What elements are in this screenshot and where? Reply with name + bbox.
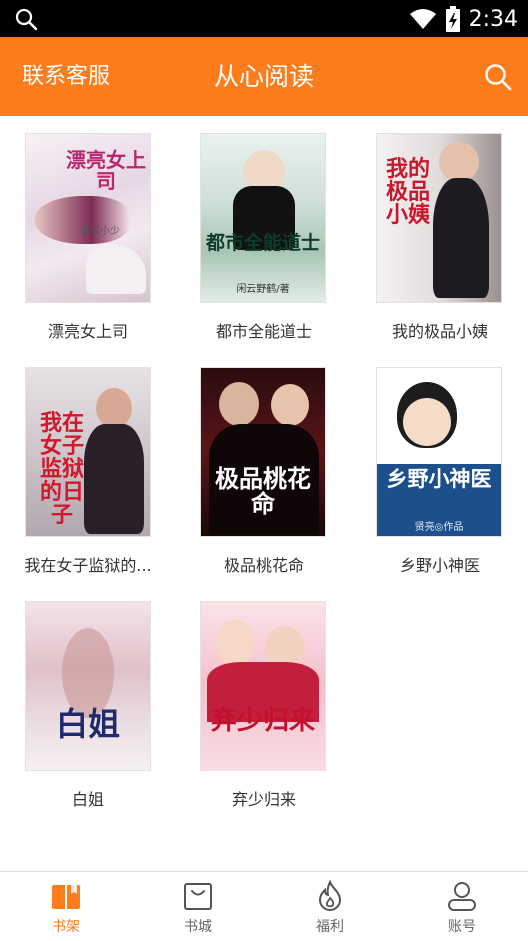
clock: 2:34 [468, 6, 518, 32]
cover-author: 请风小少 [80, 226, 120, 237]
cover-title: 都市全能道士 [205, 232, 320, 254]
battery-icon [445, 6, 460, 32]
book-title: 弃少归来 [231, 790, 296, 809]
cover-author: 贤亮◎作品 [414, 522, 464, 533]
tab-label: 账号 [448, 919, 476, 935]
search-button[interactable] [484, 63, 512, 91]
book-cover[interactable]: 都市全能道士 闲云野鹤/著 [200, 133, 326, 303]
app-header: 联系客服 从心阅读 [0, 37, 528, 116]
book-title: 我在女子监狱的... [24, 556, 152, 575]
book-cover[interactable]: 弃少归来 [200, 601, 326, 771]
cover-title: 乡野小神医 [386, 466, 492, 491]
cover-title: 弃少归来 [210, 706, 315, 736]
tab-label: 书城 [184, 919, 212, 935]
tab-account[interactable]: 账号 [396, 872, 528, 941]
bottom-tab-bar: 书架 书城 福利 账号 [0, 871, 528, 940]
book-title: 都市全能道士 [215, 322, 312, 341]
cover-title: 白姐 [55, 705, 120, 743]
tab-bookstore[interactable]: 书城 [132, 872, 264, 941]
search-icon [15, 8, 38, 31]
book-title: 白姐 [71, 790, 104, 809]
cover-title: 我的极品小姨 [385, 156, 430, 229]
tab-bookshelf[interactable]: 书架 [0, 872, 132, 941]
book-title: 漂亮女上司 [47, 322, 128, 341]
cover-title: 极品桃花命 [215, 464, 311, 519]
tab-label: 福利 [316, 919, 344, 935]
status-bar: 2:34 [0, 0, 528, 37]
user-icon [448, 882, 476, 911]
contact-support-button[interactable]: 联系客服 [22, 37, 110, 116]
book-title: 我的极品小姨 [391, 322, 488, 341]
book-title: 极品桃花命 [223, 556, 304, 575]
book-cover[interactable]: 白姐 [25, 601, 151, 771]
book-cover[interactable]: 漂亮女上司 请风小少 [25, 133, 151, 303]
book-cover[interactable]: 我在女子监狱的日子 [25, 367, 151, 537]
book-cover[interactable]: 我的极品小姨 [376, 133, 502, 303]
flame-icon [318, 880, 342, 911]
bookshelf-icon [52, 885, 80, 909]
cover-author: 闲云野鹤/著 [236, 284, 290, 295]
cover-title: 漂亮女上司 [66, 148, 146, 193]
book-title: 乡野小神医 [399, 556, 480, 575]
book-cover[interactable]: 极品桃花命 [200, 367, 326, 537]
cover-title: 我在女子监狱的日子 [39, 410, 84, 529]
book-cover[interactable]: 乡野小神医 贤亮◎作品 [376, 367, 502, 537]
tab-welfare[interactable]: 福利 [264, 872, 396, 941]
wifi-icon [409, 9, 436, 29]
tab-label: 书架 [52, 919, 80, 935]
store-bag-icon [184, 883, 212, 910]
